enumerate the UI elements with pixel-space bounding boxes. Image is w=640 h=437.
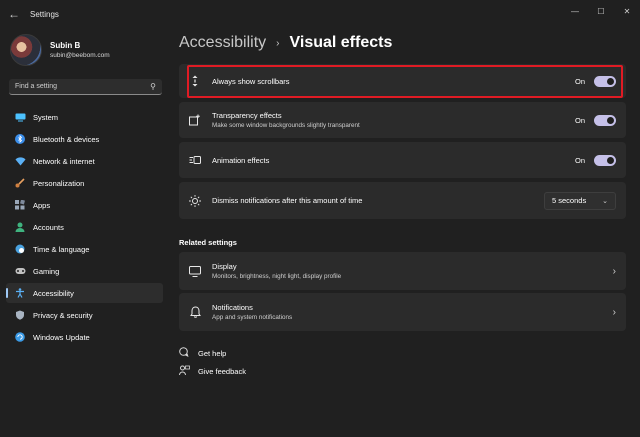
sidebar-item-accessibility[interactable]: Accessibility <box>6 283 163 303</box>
setting-animation-effects[interactable]: Animation effects On <box>179 142 626 178</box>
maximize-icon: ☐ <box>597 6 605 16</box>
chevron-down-icon: ⌄ <box>602 197 608 205</box>
title-bar: ← Settings — ☐ ✕ <box>0 0 640 28</box>
sidebar-item-label: Personalization <box>33 178 85 188</box>
back-button[interactable]: ← <box>2 0 26 28</box>
setting-title: Always show scrollbars <box>212 76 290 86</box>
sidebar: Subin B subin@beebom.com Find a setting … <box>0 28 170 437</box>
sidebar-item-label: Bluetooth & devices <box>33 134 100 144</box>
toggle-knob <box>607 156 614 164</box>
breadcrumb-separator: › <box>276 37 280 49</box>
back-arrow-icon: ← <box>8 7 20 21</box>
setting-description: Make some window backgrounds slightly tr… <box>212 122 360 129</box>
minimize-button[interactable]: — <box>562 0 588 22</box>
dismiss-time-dropdown[interactable]: 5 seconds ⌄ <box>544 191 616 210</box>
shield-icon <box>14 309 26 321</box>
sidebar-item-gaming[interactable]: Gaming <box>6 261 163 281</box>
setting-title: Notifications <box>212 303 253 312</box>
toggle-state-label: On <box>574 76 585 86</box>
setting-dismiss-notifications: Dismiss notifications after this amount … <box>179 182 626 219</box>
animation-toggle[interactable] <box>594 154 616 166</box>
toggle-knob <box>607 116 614 124</box>
give-feedback-link[interactable]: Give feedback <box>179 365 246 378</box>
user-profile[interactable]: Subin B subin@beebom.com <box>10 34 110 66</box>
sidebar-item-label: Network & internet <box>33 156 95 166</box>
search-placeholder: Find a setting <box>15 83 58 90</box>
animation-icon <box>189 154 201 166</box>
globe-clock-icon <box>14 243 26 255</box>
breadcrumb: Accessibility › Visual effects <box>179 34 392 52</box>
display-icon <box>189 265 201 277</box>
setting-title: Display <box>212 262 237 271</box>
sidebar-item-time-language[interactable]: Time & language <box>6 239 163 259</box>
sidebar-item-system[interactable]: System <box>6 107 163 127</box>
brightness-icon <box>189 194 201 207</box>
sidebar-item-label: Time & language <box>33 244 90 254</box>
help-chat-icon <box>179 347 191 360</box>
setting-title: Dismiss notifications after this amount … <box>212 196 363 205</box>
toggle-knob <box>607 77 614 85</box>
transparency-toggle[interactable] <box>594 114 616 126</box>
sidebar-item-label: Privacy & security <box>33 310 93 320</box>
feedback-icon <box>179 365 191 378</box>
person-icon <box>14 221 26 233</box>
avatar <box>10 34 42 66</box>
profile-name: Subin B <box>50 41 81 50</box>
toggle-state-label: On <box>574 115 585 125</box>
update-icon <box>14 331 26 343</box>
search-icon: ⚲ <box>150 82 156 91</box>
sidebar-nav: System Bluetooth & devices Network & int… <box>6 107 163 349</box>
scrollbar-icon <box>189 75 201 87</box>
sidebar-item-label: Accessibility <box>33 288 74 298</box>
scrollbars-toggle[interactable] <box>594 75 616 87</box>
breadcrumb-parent[interactable]: Accessibility <box>179 34 266 52</box>
sidebar-item-label: Apps <box>33 200 51 210</box>
bell-icon <box>189 306 201 318</box>
related-display[interactable]: Display Monitors, brightness, night ligh… <box>179 252 626 290</box>
close-icon: ✕ <box>623 6 631 16</box>
profile-email: subin@beebom.com <box>50 52 110 59</box>
related-settings-heading: Related settings <box>179 238 237 247</box>
close-button[interactable]: ✕ <box>614 0 640 22</box>
transparency-icon <box>189 114 201 126</box>
minimize-icon: — <box>571 6 579 16</box>
sidebar-item-accounts[interactable]: Accounts <box>6 217 163 237</box>
sidebar-item-windows-update[interactable]: Windows Update <box>6 327 163 347</box>
sidebar-item-network[interactable]: Network & internet <box>6 151 163 171</box>
chevron-right-icon: › <box>612 265 616 277</box>
toggle-state-label: On <box>574 155 585 165</box>
sidebar-item-label: Accounts <box>33 222 64 232</box>
monitor-icon <box>14 111 26 123</box>
search-input[interactable]: Find a setting ⚲ <box>9 79 162 95</box>
sidebar-item-label: Windows Update <box>33 332 90 342</box>
sidebar-item-label: System <box>33 112 59 122</box>
gamepad-icon <box>14 265 26 277</box>
wifi-icon <box>14 155 26 167</box>
sidebar-item-privacy[interactable]: Privacy & security <box>6 305 163 325</box>
accessibility-icon <box>14 287 26 299</box>
setting-title: Transparency effects <box>212 111 282 120</box>
app-title: Settings <box>30 9 59 19</box>
get-help-label: Get help <box>198 349 227 358</box>
give-feedback-label: Give feedback <box>198 367 246 376</box>
setting-description: App and system notifications <box>212 314 293 321</box>
dropdown-value: 5 seconds <box>552 196 587 205</box>
page-title: Visual effects <box>289 34 393 51</box>
get-help-link[interactable]: Get help <box>179 347 226 360</box>
setting-transparency-effects[interactable]: Transparency effects Make some window ba… <box>179 102 626 138</box>
sidebar-item-apps[interactable]: Apps <box>6 195 163 215</box>
brush-icon <box>14 177 26 189</box>
bluetooth-icon <box>14 133 26 145</box>
setting-title: Animation effects <box>212 155 270 165</box>
sidebar-item-label: Gaming <box>33 266 60 276</box>
setting-description: Monitors, brightness, night light, displ… <box>212 273 342 280</box>
related-notifications[interactable]: Notifications App and system notificatio… <box>179 293 626 331</box>
apps-icon <box>14 199 26 211</box>
chevron-right-icon: › <box>612 306 616 318</box>
sidebar-item-bluetooth[interactable]: Bluetooth & devices <box>6 129 163 149</box>
window-controls: — ☐ ✕ <box>562 0 640 22</box>
setting-always-show-scrollbars[interactable]: Always show scrollbars On <box>179 64 626 98</box>
maximize-button[interactable]: ☐ <box>588 0 614 22</box>
sidebar-item-personalization[interactable]: Personalization <box>6 173 163 193</box>
